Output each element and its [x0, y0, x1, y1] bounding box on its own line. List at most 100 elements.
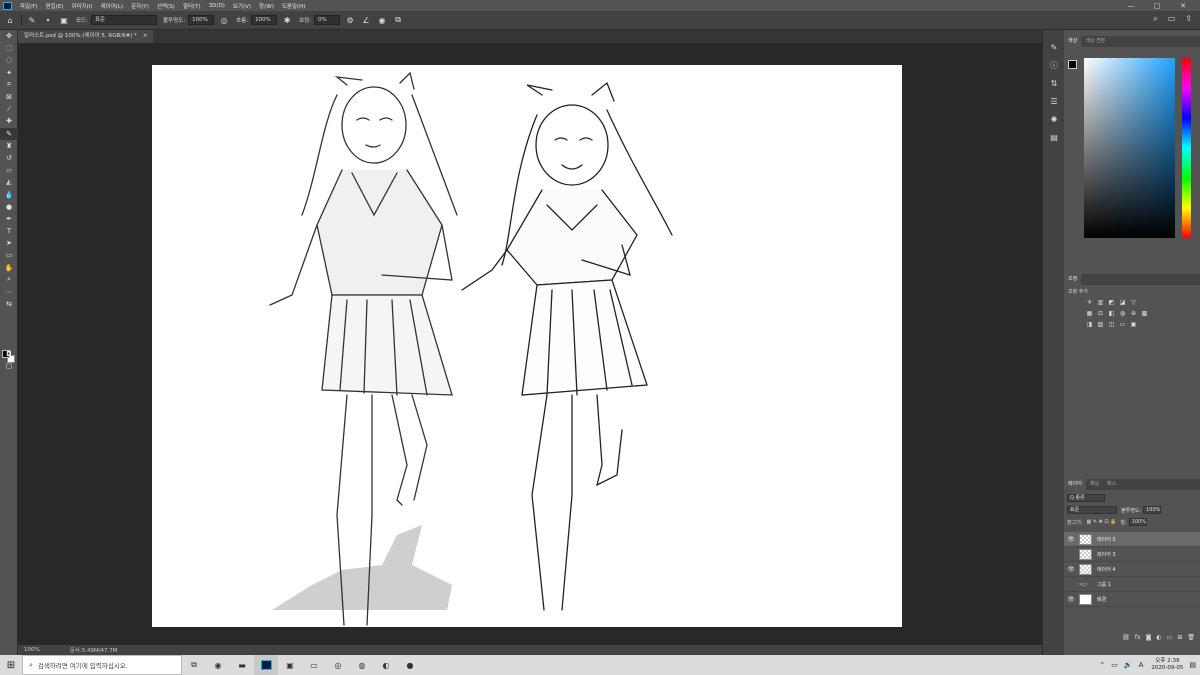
exposure-icon[interactable]: ◪: [1117, 299, 1128, 306]
menu-file[interactable]: 파일(F): [20, 2, 38, 10]
tray-up-arrow-icon[interactable]: ⌃: [1099, 661, 1105, 669]
tab-color[interactable]: 색상: [1064, 36, 1082, 47]
tab-layers[interactable]: 레이어: [1064, 479, 1086, 490]
layer-row[interactable]: 레이어 3: [1064, 547, 1200, 562]
minimize-button[interactable]: —: [1118, 2, 1144, 10]
posterize-icon[interactable]: ▨: [1095, 321, 1106, 328]
panel-fg-bg-swatch[interactable]: [1068, 60, 1082, 74]
blur-tool-icon[interactable]: 💧: [0, 188, 18, 200]
taskbar-search[interactable]: ⌕ 검색하려면 여기에 입력하십시오.: [22, 655, 182, 675]
fill-field[interactable]: 100%: [1128, 518, 1147, 526]
menu-edit[interactable]: 편집(E): [46, 2, 64, 10]
fx-icon[interactable]: fx: [1135, 634, 1141, 644]
blend-mode-dropdown[interactable]: 표준: [1067, 506, 1117, 514]
hue-saturation-icon[interactable]: ▦: [1084, 310, 1095, 317]
color-picker-field[interactable]: [1084, 58, 1175, 238]
selective-color-icon[interactable]: ▣: [1128, 321, 1139, 328]
smoothing-field[interactable]: 0%: [314, 15, 341, 25]
zoom-level[interactable]: 100%: [24, 647, 40, 653]
invert-icon[interactable]: ◨: [1084, 321, 1095, 328]
color-lookup-icon[interactable]: ▩: [1139, 310, 1150, 317]
document-canvas[interactable]: [152, 65, 902, 627]
more-tools-icon[interactable]: ⋯: [0, 286, 18, 298]
ime-icon[interactable]: A: [1139, 661, 1144, 669]
brush-settings-panel-icon[interactable]: ✎: [1043, 38, 1065, 56]
airbrush-icon[interactable]: ✱: [281, 14, 293, 26]
photoshop-taskbar-icon[interactable]: [254, 655, 278, 675]
menu-layer[interactable]: 레이어(L): [101, 2, 124, 10]
menu-window[interactable]: 창(W): [259, 2, 274, 10]
close-window-button[interactable]: ✕: [1170, 2, 1196, 10]
menu-view[interactable]: 보기(V): [233, 2, 251, 10]
brush-size-icon[interactable]: •: [42, 14, 54, 26]
new-layer-icon[interactable]: ⊞: [1177, 634, 1182, 644]
path-selection-tool-icon[interactable]: ➤: [0, 237, 18, 249]
eye-icon[interactable]: 👁: [1066, 536, 1076, 543]
network-icon[interactable]: ▭: [1111, 661, 1118, 669]
close-tab-icon[interactable]: ×: [143, 30, 148, 43]
black-white-icon[interactable]: ◧: [1106, 310, 1117, 317]
menu-help[interactable]: 도움말(H): [282, 2, 306, 10]
app-icon-7[interactable]: ◎: [326, 655, 350, 675]
zoom-tool-icon[interactable]: ⌕: [0, 274, 18, 286]
workspace-icon[interactable]: ▭: [1168, 14, 1176, 24]
file-explorer-icon[interactable]: ▬: [230, 655, 254, 675]
eye-icon[interactable]: 👁: [1066, 566, 1076, 573]
channel-mixer-icon[interactable]: ⊕: [1128, 310, 1139, 317]
gradient-map-icon[interactable]: ▭: [1117, 321, 1128, 328]
mode-dropdown[interactable]: 표준: [90, 15, 157, 25]
notification-icon[interactable]: ▤: [1189, 661, 1196, 669]
hue-slider[interactable]: [1182, 58, 1191, 238]
healing-brush-tool-icon[interactable]: ✚: [0, 115, 18, 127]
app-icon-6[interactable]: ▭: [302, 655, 326, 675]
eraser-tool-icon[interactable]: ▱: [0, 164, 18, 176]
brush-settings-icon[interactable]: ▣: [58, 14, 70, 26]
vibrance-icon[interactable]: ▽: [1128, 299, 1139, 306]
angle-icon[interactable]: ∠: [360, 14, 372, 26]
eye-icon[interactable]: 👁: [1066, 596, 1076, 603]
layer-kind-filter[interactable]: Q 종류: [1067, 494, 1105, 502]
swap-colors-icon[interactable]: ⇆: [0, 298, 18, 310]
menu-type[interactable]: 문자(Y): [131, 2, 149, 10]
brightness-icon[interactable]: ☀: [1084, 299, 1095, 306]
crop-tool-icon[interactable]: ⌗: [0, 79, 18, 91]
paint-bucket-tool-icon[interactable]: ◭: [0, 176, 18, 188]
levels-icon[interactable]: ▥: [1095, 299, 1106, 306]
tab-channels[interactable]: 채널: [1086, 479, 1103, 490]
tab-paths[interactable]: 패스: [1103, 479, 1120, 490]
search-icon[interactable]: ⌕: [1153, 14, 1157, 24]
link-layers-icon[interactable]: ⛓: [1122, 634, 1130, 644]
eyedropper-tool-icon[interactable]: ⁄: [0, 103, 18, 115]
libraries-panel-icon[interactable]: ▤: [1043, 128, 1065, 146]
quick-mask-icon[interactable]: ◘: [0, 348, 18, 360]
smoothing-options-gear-icon[interactable]: ⚙: [344, 14, 356, 26]
info-panel-icon[interactable]: ⓘ: [1043, 56, 1065, 74]
home-icon[interactable]: ⌂: [4, 14, 16, 26]
share-icon[interactable]: ⇪: [1185, 14, 1192, 24]
color-balance-icon[interactable]: ⚖: [1095, 310, 1106, 317]
task-view-icon[interactable]: ⧉: [182, 655, 206, 675]
clock[interactable]: 오후 2:39 2020-09-05: [1151, 658, 1183, 672]
pressure-size-icon[interactable]: ◉: [376, 14, 388, 26]
new-group-icon[interactable]: ▭: [1167, 634, 1173, 644]
opacity-field[interactable]: 100%: [188, 15, 215, 25]
layer-row[interactable]: 👁 배경: [1064, 592, 1200, 607]
menu-filter[interactable]: 필터(T): [183, 2, 201, 10]
menu-3d[interactable]: 3D(D): [209, 3, 225, 9]
threshold-icon[interactable]: ◫: [1106, 321, 1117, 328]
frame-tool-icon[interactable]: ⊠: [0, 91, 18, 103]
curves-icon[interactable]: ◩: [1106, 299, 1117, 306]
menu-select[interactable]: 선택(S): [157, 2, 175, 10]
screen-mode-icon[interactable]: ▢: [0, 360, 18, 372]
delete-layer-icon[interactable]: 🗑: [1187, 634, 1195, 644]
properties-panel-icon[interactable]: ☰: [1043, 92, 1065, 110]
photo-filter-icon[interactable]: ◍: [1117, 310, 1128, 317]
flow-field[interactable]: 100%: [251, 15, 278, 25]
lock-icons[interactable]: ▦ ✎ ✥ ⊡ 🔒: [1087, 519, 1117, 525]
move-tool-icon[interactable]: ✥: [0, 30, 18, 42]
hand-tool-icon[interactable]: ✋: [0, 262, 18, 274]
app-icon-9[interactable]: ◐: [374, 655, 398, 675]
lasso-tool-icon[interactable]: ◌: [0, 54, 18, 66]
tab-adjustments[interactable]: 조정: [1064, 274, 1082, 285]
maximize-button[interactable]: □: [1144, 2, 1170, 10]
